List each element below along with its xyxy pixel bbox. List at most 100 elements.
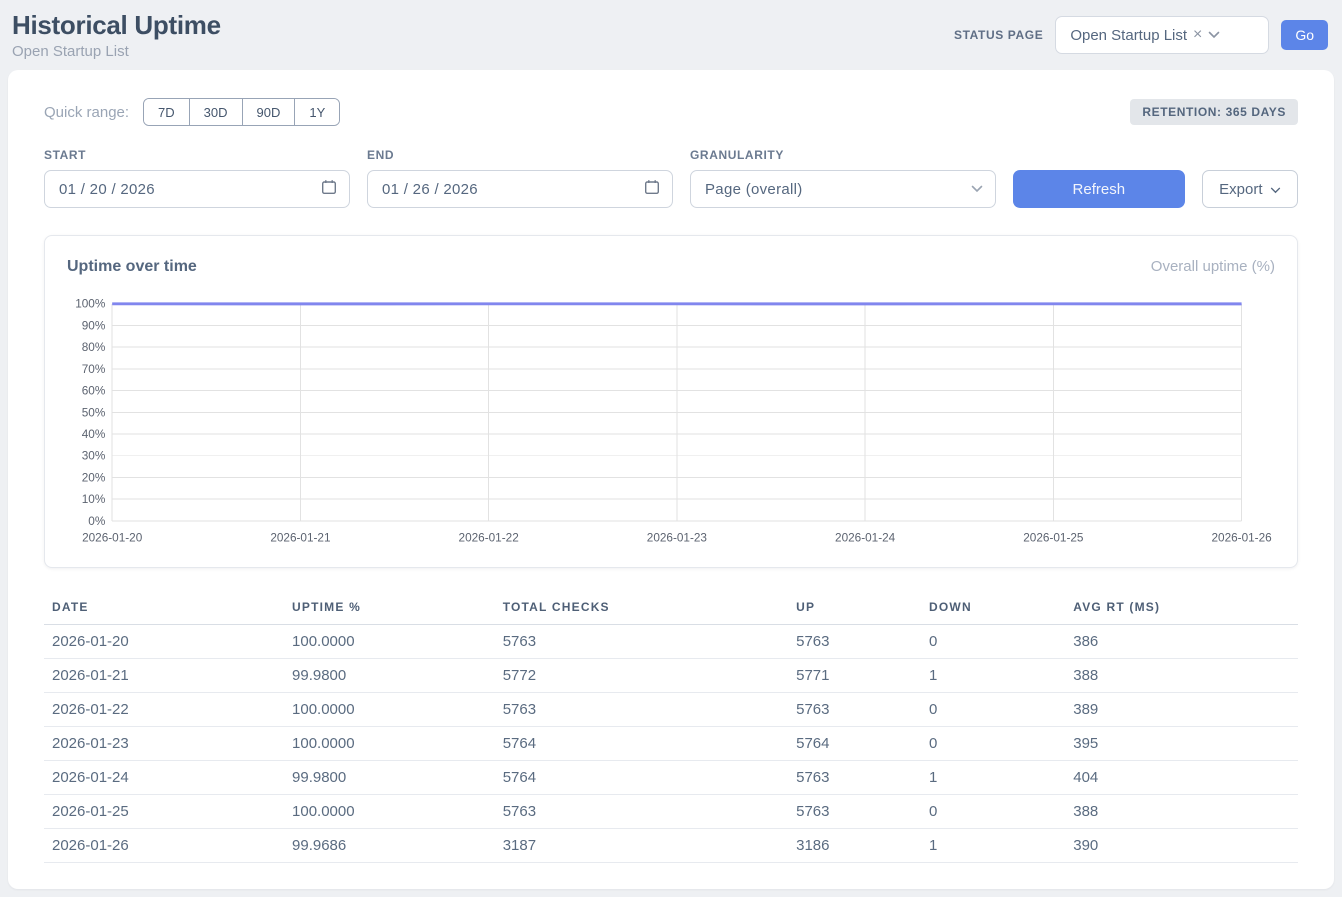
column-header-uptime: UPTIME %	[286, 592, 497, 625]
cell-uptime: 100.0000	[286, 625, 497, 659]
cell-total-checks: 5772	[497, 659, 790, 693]
y-tick-label: 40%	[82, 428, 106, 441]
cell-date: 2026-01-26	[44, 829, 286, 863]
retention-badge: RETENTION: 365 DAYS	[1130, 99, 1298, 125]
cell-down: 0	[923, 625, 1067, 659]
y-tick-label: 30%	[82, 450, 106, 463]
cell-down: 0	[923, 693, 1067, 727]
cell-avg-rt-ms: 395	[1067, 727, 1298, 761]
cell-total-checks: 5764	[497, 727, 790, 761]
cell-up: 5763	[790, 625, 923, 659]
uptime-chart-svg: 0%10%20%30%40%50%60%70%80%90%100%2026-01…	[67, 294, 1275, 551]
y-tick-label: 90%	[82, 319, 106, 332]
end-date-value: 01 / 26 / 2026	[382, 181, 478, 198]
cell-total-checks: 5763	[497, 693, 790, 727]
cell-up: 5763	[790, 795, 923, 829]
uptime-chart-card: Uptime over time Overall uptime (%) 0%10…	[44, 235, 1298, 568]
chart-title: Uptime over time	[67, 258, 197, 276]
table-row: 2026-01-25100.0000576357630388	[44, 795, 1298, 829]
chevron-down-icon	[971, 180, 983, 198]
cell-uptime: 99.9686	[286, 829, 497, 863]
page-subtitle: Open Startup List	[12, 43, 221, 60]
quick-range-1y[interactable]: 1Y	[294, 99, 339, 125]
start-label: START	[44, 148, 350, 162]
granularity-label: GRANULARITY	[690, 148, 996, 162]
quick-range-90d[interactable]: 90D	[242, 99, 295, 125]
cell-down: 1	[923, 761, 1067, 795]
quick-range-30d[interactable]: 30D	[189, 99, 242, 125]
x-tick-label: 2026-01-25	[1023, 531, 1084, 544]
main-panel: Quick range: 7D30D90D1Y RETENTION: 365 D…	[8, 70, 1334, 889]
cell-uptime: 99.9800	[286, 659, 497, 693]
cell-up: 5763	[790, 693, 923, 727]
table-row: 2026-01-23100.0000576457640395	[44, 727, 1298, 761]
column-header-up: UP	[790, 592, 923, 625]
y-tick-label: 50%	[82, 406, 106, 419]
cell-date: 2026-01-20	[44, 625, 286, 659]
cell-uptime: 100.0000	[286, 795, 497, 829]
y-tick-label: 70%	[82, 363, 106, 376]
column-header-avg-rt-ms: AVG RT (MS)	[1067, 592, 1298, 625]
quick-range-7d[interactable]: 7D	[144, 99, 189, 125]
cell-up: 3186	[790, 829, 923, 863]
refresh-button[interactable]: Refresh	[1013, 170, 1185, 208]
quick-range-button-group: 7D30D90D1Y	[143, 98, 340, 126]
calendar-icon[interactable]	[321, 179, 337, 200]
chevron-down-icon	[1270, 181, 1281, 198]
table-row: 2026-01-20100.0000576357630386	[44, 625, 1298, 659]
start-date-input[interactable]: 01 / 20 / 2026	[44, 170, 350, 208]
cell-uptime: 100.0000	[286, 727, 497, 761]
cell-down: 1	[923, 829, 1067, 863]
granularity-select[interactable]: Page (overall)	[690, 170, 996, 208]
x-tick-label: 2026-01-24	[835, 531, 896, 544]
x-tick-label: 2026-01-26	[1212, 531, 1273, 544]
status-page-select[interactable]: Open Startup List ×	[1055, 16, 1269, 54]
y-tick-label: 60%	[82, 385, 106, 398]
page-header: Historical Uptime Open Startup List STAT…	[0, 0, 1342, 70]
status-page-label: STATUS PAGE	[954, 28, 1043, 42]
table-head: DATEUPTIME %TOTAL CHECKSUPDOWNAVG RT (MS…	[44, 592, 1298, 625]
uptime-table: DATEUPTIME %TOTAL CHECKSUPDOWNAVG RT (MS…	[44, 592, 1298, 863]
close-icon[interactable]: ×	[1193, 27, 1202, 43]
table-header-row: DATEUPTIME %TOTAL CHECKSUPDOWNAVG RT (MS…	[44, 592, 1298, 625]
y-tick-label: 10%	[82, 493, 106, 506]
cell-down: 1	[923, 659, 1067, 693]
chart-legend: Overall uptime (%)	[1151, 258, 1275, 275]
end-label: END	[367, 148, 673, 162]
calendar-icon[interactable]	[644, 179, 660, 200]
chart-header: Uptime over time Overall uptime (%)	[67, 258, 1275, 276]
table-row: 2026-01-2199.9800577257711388	[44, 659, 1298, 693]
table-row: 2026-01-22100.0000576357630389	[44, 693, 1298, 727]
cell-avg-rt-ms: 404	[1067, 761, 1298, 795]
quick-range-label: Quick range:	[44, 104, 129, 121]
end-date-input[interactable]: 01 / 26 / 2026	[367, 170, 673, 208]
quick-range-group-wrap: Quick range: 7D30D90D1Y	[44, 98, 340, 126]
cell-total-checks: 3187	[497, 829, 790, 863]
granularity-selected-value: Page (overall)	[705, 181, 803, 198]
start-date-value: 01 / 20 / 2026	[59, 181, 155, 198]
cell-up: 5771	[790, 659, 923, 693]
export-button[interactable]: Export	[1202, 170, 1298, 208]
end-field-group: END 01 / 26 / 2026	[367, 148, 673, 208]
table-row: 2026-01-2499.9800576457631404	[44, 761, 1298, 795]
header-right: STATUS PAGE Open Startup List × Go	[954, 16, 1328, 54]
header-titles: Historical Uptime Open Startup List	[12, 10, 221, 60]
table-body: 2026-01-20100.00005763576303862026-01-21…	[44, 625, 1298, 863]
cell-avg-rt-ms: 390	[1067, 829, 1298, 863]
x-tick-label: 2026-01-20	[82, 531, 143, 544]
column-header-down: DOWN	[923, 592, 1067, 625]
cell-up: 5764	[790, 727, 923, 761]
cell-total-checks: 5764	[497, 761, 790, 795]
x-tick-label: 2026-01-22	[459, 531, 519, 544]
x-tick-label: 2026-01-21	[270, 531, 330, 544]
cell-avg-rt-ms: 388	[1067, 659, 1298, 693]
filter-row: START 01 / 20 / 2026 END 01 / 26 / 2026 …	[44, 148, 1298, 208]
column-header-total-checks: TOTAL CHECKS	[497, 592, 790, 625]
cell-down: 0	[923, 795, 1067, 829]
cell-date: 2026-01-24	[44, 761, 286, 795]
cell-date: 2026-01-25	[44, 795, 286, 829]
cell-avg-rt-ms: 388	[1067, 795, 1298, 829]
go-button[interactable]: Go	[1281, 20, 1328, 50]
table-row: 2026-01-2699.9686318731861390	[44, 829, 1298, 863]
x-tick-label: 2026-01-23	[647, 531, 708, 544]
